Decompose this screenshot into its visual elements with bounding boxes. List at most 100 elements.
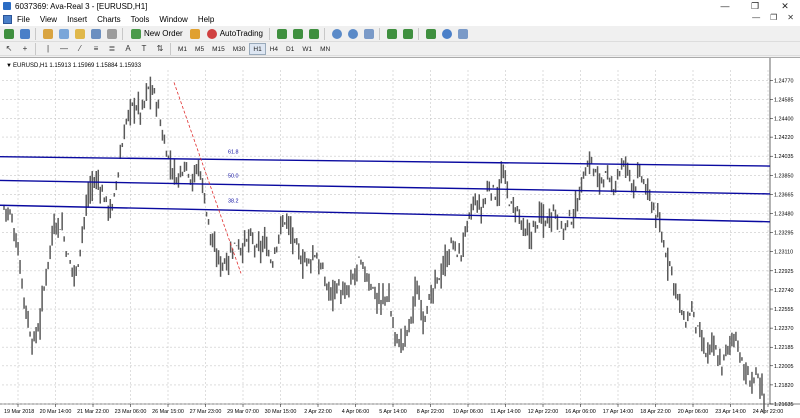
channel-icon: ≡: [93, 44, 99, 53]
vertical-line-button[interactable]: |: [41, 42, 55, 55]
menu-tools[interactable]: Tools: [126, 15, 155, 24]
time-tick-label: 2 Apr 22:00: [304, 409, 332, 415]
timeframe-w1[interactable]: W1: [298, 43, 316, 55]
autotrading-icon: [206, 28, 217, 39]
new-order-icon: [131, 28, 141, 39]
chart-header: EURUSD,H1 1.15913 1.15969 1.15884 1.1593…: [13, 63, 142, 69]
autotrading-button[interactable]: AutoTrading: [204, 27, 266, 40]
periods-button[interactable]: [440, 27, 454, 40]
timeframe-m5[interactable]: M5: [191, 43, 208, 55]
data-window-button[interactable]: [57, 27, 71, 40]
zoom-in-button[interactable]: [330, 27, 344, 40]
tile-windows-button[interactable]: [362, 27, 376, 40]
zoom-out-button[interactable]: [346, 27, 360, 40]
chart-window[interactable]: ▼ EURUSD,H1 1.15913 1.15969 1.15884 1.15…: [0, 57, 800, 418]
fibonacci-button[interactable]: ≣: [105, 42, 119, 55]
price-tick-label: 1.24770: [774, 78, 794, 84]
menu-insert[interactable]: Insert: [62, 15, 92, 24]
menu-file[interactable]: File: [12, 15, 35, 24]
menu-help[interactable]: Help: [193, 15, 219, 24]
navigator-button[interactable]: [73, 27, 87, 40]
price-tick-label: 1.22185: [774, 345, 794, 351]
trendline-icon: ⁄: [79, 44, 81, 53]
timeframe-mn[interactable]: MN: [316, 43, 334, 55]
arrows-icon: ⇅: [156, 44, 164, 53]
line-chart-icon: [308, 28, 319, 39]
time-tick-label: 10 Apr 06:00: [453, 409, 484, 415]
zoom-in-icon: [331, 28, 342, 39]
time-tick-label: 4 Apr 06:00: [342, 409, 370, 415]
timeframe-m30[interactable]: M30: [229, 43, 250, 55]
cursor-button[interactable]: ↖: [2, 42, 16, 55]
vertical-line-icon: |: [46, 44, 50, 53]
text-label-icon: T: [141, 44, 147, 53]
time-tick-label: 20 Apr 06:00: [678, 409, 709, 415]
market-watch-button[interactable]: [41, 27, 55, 40]
strategy-tester-button[interactable]: [105, 27, 119, 40]
price-tick-label: 1.24585: [774, 97, 794, 103]
arrows-button[interactable]: ⇅: [153, 42, 167, 55]
autoscroll-icon: [402, 28, 413, 39]
price-tick-label: 1.24035: [774, 154, 794, 160]
time-tick-label: 23 Mar 06:00: [115, 409, 147, 415]
text-icon: A: [125, 44, 131, 53]
candlesticks-button[interactable]: [291, 27, 305, 40]
new-order-button[interactable]: New Order: [128, 27, 186, 40]
timeframe-d1[interactable]: D1: [282, 43, 298, 55]
price-tick-label: 1.24220: [774, 135, 794, 141]
window-title: 6037369: Ava-Real 3 - [EURUSD,H1]: [15, 1, 148, 11]
document-icon[interactable]: [3, 14, 12, 24]
title-bar: 6037369: Ava-Real 3 - [EURUSD,H1] — ❐ ✕: [0, 0, 800, 12]
price-tick-label: 1.23850: [774, 173, 794, 179]
horizontal-line-button[interactable]: —: [57, 42, 71, 55]
price-tick-label: 1.23480: [774, 212, 794, 218]
timeframe-h4[interactable]: H4: [266, 43, 282, 55]
text-button[interactable]: A: [121, 42, 135, 55]
doc-minimize-button[interactable]: —: [752, 13, 760, 22]
trendline-button[interactable]: ⁄: [73, 42, 87, 55]
close-button[interactable]: ✕: [770, 0, 800, 12]
price-tick-label: 1.22555: [774, 307, 794, 313]
terminal-button[interactable]: [89, 27, 103, 40]
navigator-icon: [75, 28, 85, 39]
time-tick-label: 12 Apr 22:00: [528, 409, 559, 415]
chart-header-arrow-icon: ▼: [6, 63, 12, 69]
menu-window[interactable]: Window: [154, 15, 192, 24]
fib-level-line: [0, 156, 771, 167]
timeframe-h1[interactable]: H1: [249, 42, 266, 55]
price-chart[interactable]: ▼ EURUSD,H1 1.15913 1.15969 1.15884 1.15…: [0, 58, 800, 418]
market-watch-icon: [43, 28, 53, 39]
terminal-icon: [91, 28, 101, 39]
indicators-button[interactable]: [424, 27, 438, 40]
restore-button[interactable]: ❐: [740, 0, 770, 12]
timeframe-m1[interactable]: M1: [174, 43, 191, 55]
text-label-button[interactable]: T: [137, 42, 151, 55]
menu-bar: File View Insert Charts Tools Window Hel…: [0, 12, 800, 26]
crosshair-icon: +: [22, 44, 28, 53]
menu-view[interactable]: View: [35, 15, 62, 24]
autoscroll-button[interactable]: [401, 27, 415, 40]
metaeditor-button[interactable]: [188, 27, 202, 40]
crosshair-button[interactable]: +: [18, 42, 32, 55]
bar-chart-button[interactable]: [275, 27, 289, 40]
time-tick-label: 11 Apr 14:00: [490, 409, 520, 415]
price-tick-label: 1.23295: [774, 231, 794, 237]
new-chart-button[interactable]: [2, 27, 16, 40]
menu-charts[interactable]: Charts: [92, 15, 126, 24]
time-tick-label: 8 Apr 22:00: [417, 409, 445, 415]
chart-shift-button[interactable]: [385, 27, 399, 40]
line-chart-button[interactable]: [307, 27, 321, 40]
price-tick-label: 1.23110: [774, 250, 793, 256]
doc-close-button[interactable]: ✕: [787, 13, 794, 22]
time-tick-label: 26 Mar 15:00: [152, 409, 184, 415]
profiles-button[interactable]: [18, 27, 32, 40]
timeframe-m15[interactable]: M15: [208, 43, 229, 55]
templates-icon: [457, 28, 468, 39]
templates-button[interactable]: [456, 27, 470, 40]
minimize-button[interactable]: —: [710, 0, 740, 12]
periods-icon: [441, 28, 452, 39]
time-tick-label: 27 Mar 23:00: [190, 409, 222, 415]
time-tick-label: 30 Mar 15:00: [265, 409, 297, 415]
doc-restore-button[interactable]: ❐: [770, 13, 777, 22]
equidistant-channel-button[interactable]: ≡: [89, 42, 103, 55]
